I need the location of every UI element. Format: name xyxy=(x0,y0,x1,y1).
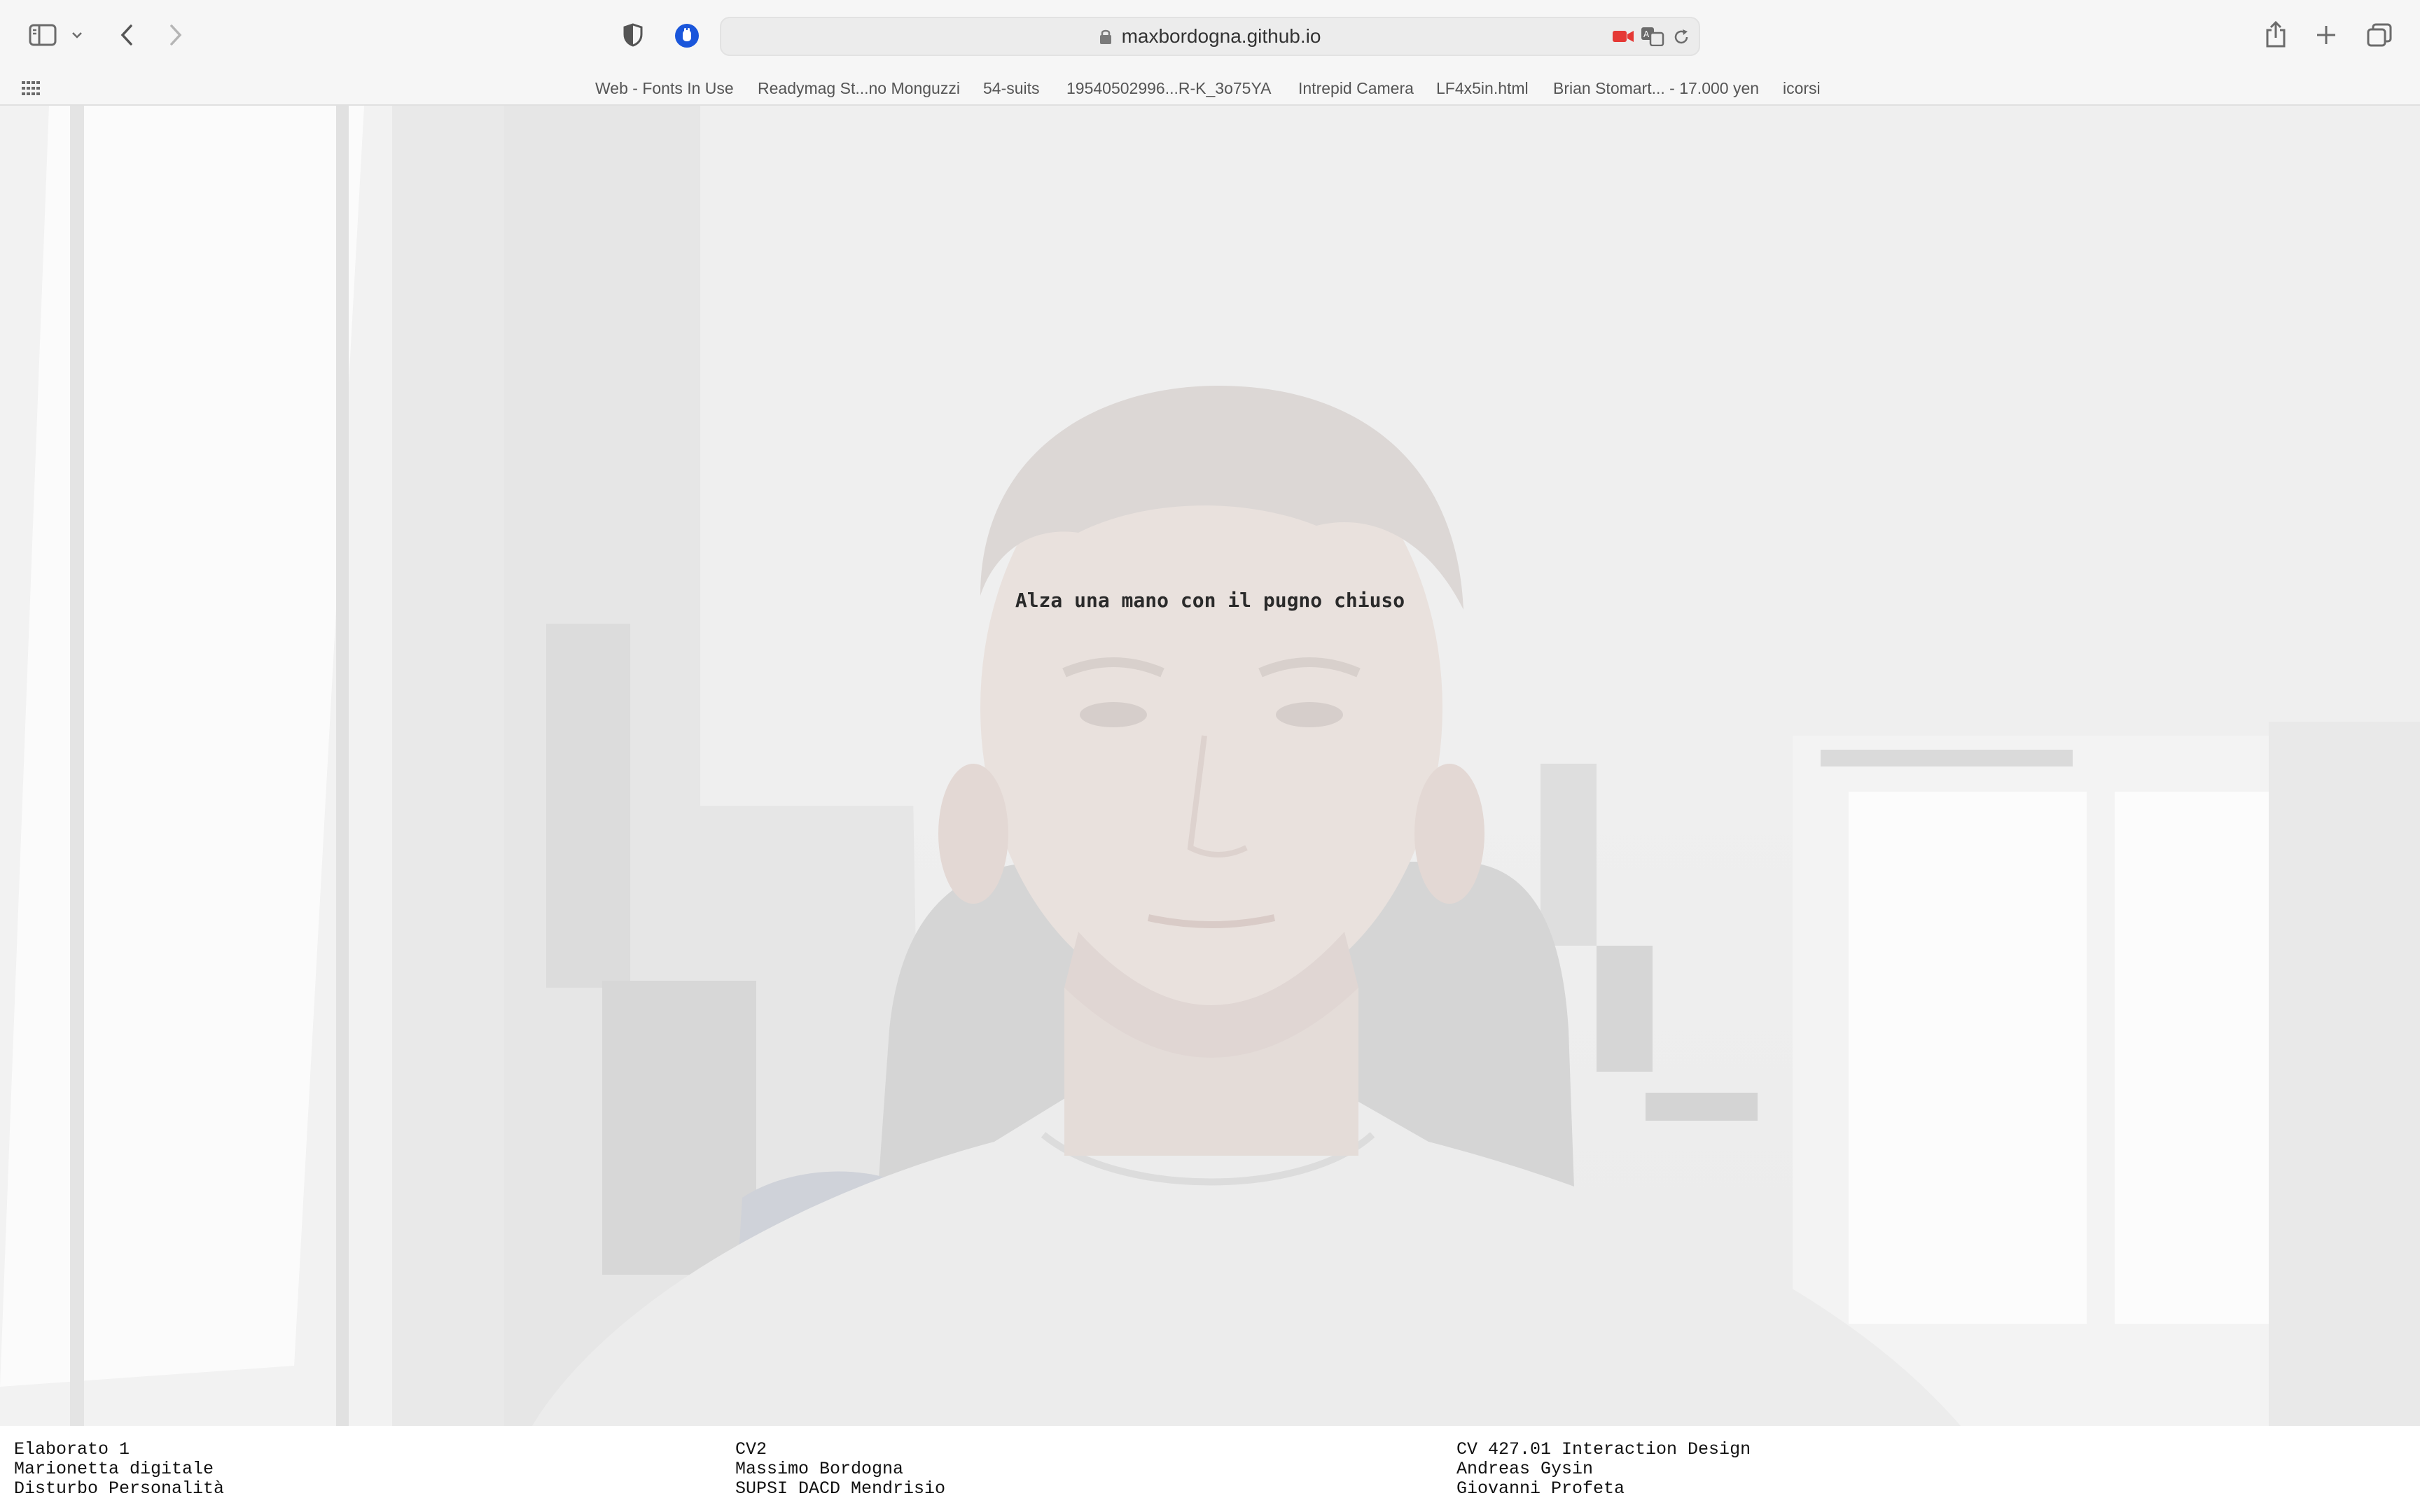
reload-icon xyxy=(1674,29,1688,44)
project-title: Elaborato 1 xyxy=(14,1439,130,1460)
chevron-down-icon xyxy=(72,32,82,38)
reload-button[interactable] xyxy=(1671,27,1692,48)
shield-icon xyxy=(623,23,643,47)
bookmark-item[interactable]: 19540502996...R-K_3o75YA xyxy=(1066,71,1271,106)
camera-icon xyxy=(1613,31,1634,42)
url-text: maxbordogna.github.io xyxy=(1121,25,1321,47)
new-tab-button[interactable] xyxy=(2312,21,2340,49)
browser-toolbar: maxbordogna.github.io A xyxy=(0,0,2420,71)
extension-button[interactable] xyxy=(672,21,702,50)
apps-grid-button[interactable] xyxy=(20,78,42,99)
bookmark-item[interactable]: icorsi xyxy=(1783,71,1821,106)
credits-column-1: Elaborato 1 Marionetta digitale Disturbo… xyxy=(14,1440,644,1499)
teacher-name: Andreas Gysin xyxy=(1456,1459,1594,1479)
share-icon xyxy=(2266,20,2286,48)
teacher-name: Giovanni Profeta xyxy=(1456,1478,1625,1499)
bookmark-item[interactable]: Readymag St...no Monguzzi xyxy=(758,71,960,106)
bookmark-item[interactable]: Web - Fonts In Use xyxy=(595,71,734,106)
bookmark-item[interactable]: Brian Stomart... - 17.000 yen xyxy=(1553,71,1759,106)
forward-button[interactable] xyxy=(162,21,189,49)
credits-column-2: CV2 Massimo Bordogna SUPSI DACD Mendrisi… xyxy=(735,1440,1365,1499)
sidebar-icon xyxy=(29,24,57,46)
webcam-scene xyxy=(0,106,2420,1426)
credits-column-3: CV 427.01 Interaction Design Andreas Gys… xyxy=(1456,1440,2087,1499)
school-name: SUPSI DACD Mendrisio xyxy=(735,1478,946,1499)
bookmark-item[interactable]: Intrepid Camera xyxy=(1298,71,1414,106)
share-button[interactable] xyxy=(2262,18,2290,50)
project-subtitle: Marionetta digitale xyxy=(14,1459,214,1479)
chevron-right-icon xyxy=(170,24,182,46)
grid-icon xyxy=(22,81,40,95)
camera-indicator[interactable] xyxy=(1611,25,1636,48)
chevron-left-icon xyxy=(120,24,132,46)
course-code: CV2 xyxy=(735,1439,767,1460)
tab-overview-icon xyxy=(2367,23,2392,47)
sidebar-menu-button[interactable] xyxy=(69,25,85,45)
author-name: Massimo Bordogna xyxy=(735,1459,904,1479)
bookmark-item[interactable]: LF4x5in.html xyxy=(1436,71,1529,106)
tab-overview-button[interactable] xyxy=(2365,21,2393,49)
back-button[interactable] xyxy=(113,21,140,49)
webcam-feed xyxy=(0,106,2420,1426)
privacy-report-button[interactable] xyxy=(619,21,647,49)
project-description: Disturbo Personalità xyxy=(14,1478,225,1499)
course-title: CV 427.01 Interaction Design xyxy=(1456,1439,1751,1460)
plus-icon xyxy=(2317,26,2335,44)
address-bar[interactable]: maxbordogna.github.io A xyxy=(720,17,1700,56)
instruction-text: Alza una mano con il pugno chiuso xyxy=(1015,589,1405,612)
bookmark-item[interactable]: 54-suits xyxy=(983,71,1040,106)
lock-icon xyxy=(1099,29,1111,44)
translate-icon: A xyxy=(1641,27,1664,46)
sidebar-toggle-button[interactable] xyxy=(27,21,59,49)
translate-button[interactable]: A xyxy=(1640,25,1665,48)
svg-text:A: A xyxy=(1643,29,1650,39)
page-content: Alza una mano con il pugno chiuso Elabor… xyxy=(0,106,2420,1512)
hand-icon xyxy=(675,24,699,48)
